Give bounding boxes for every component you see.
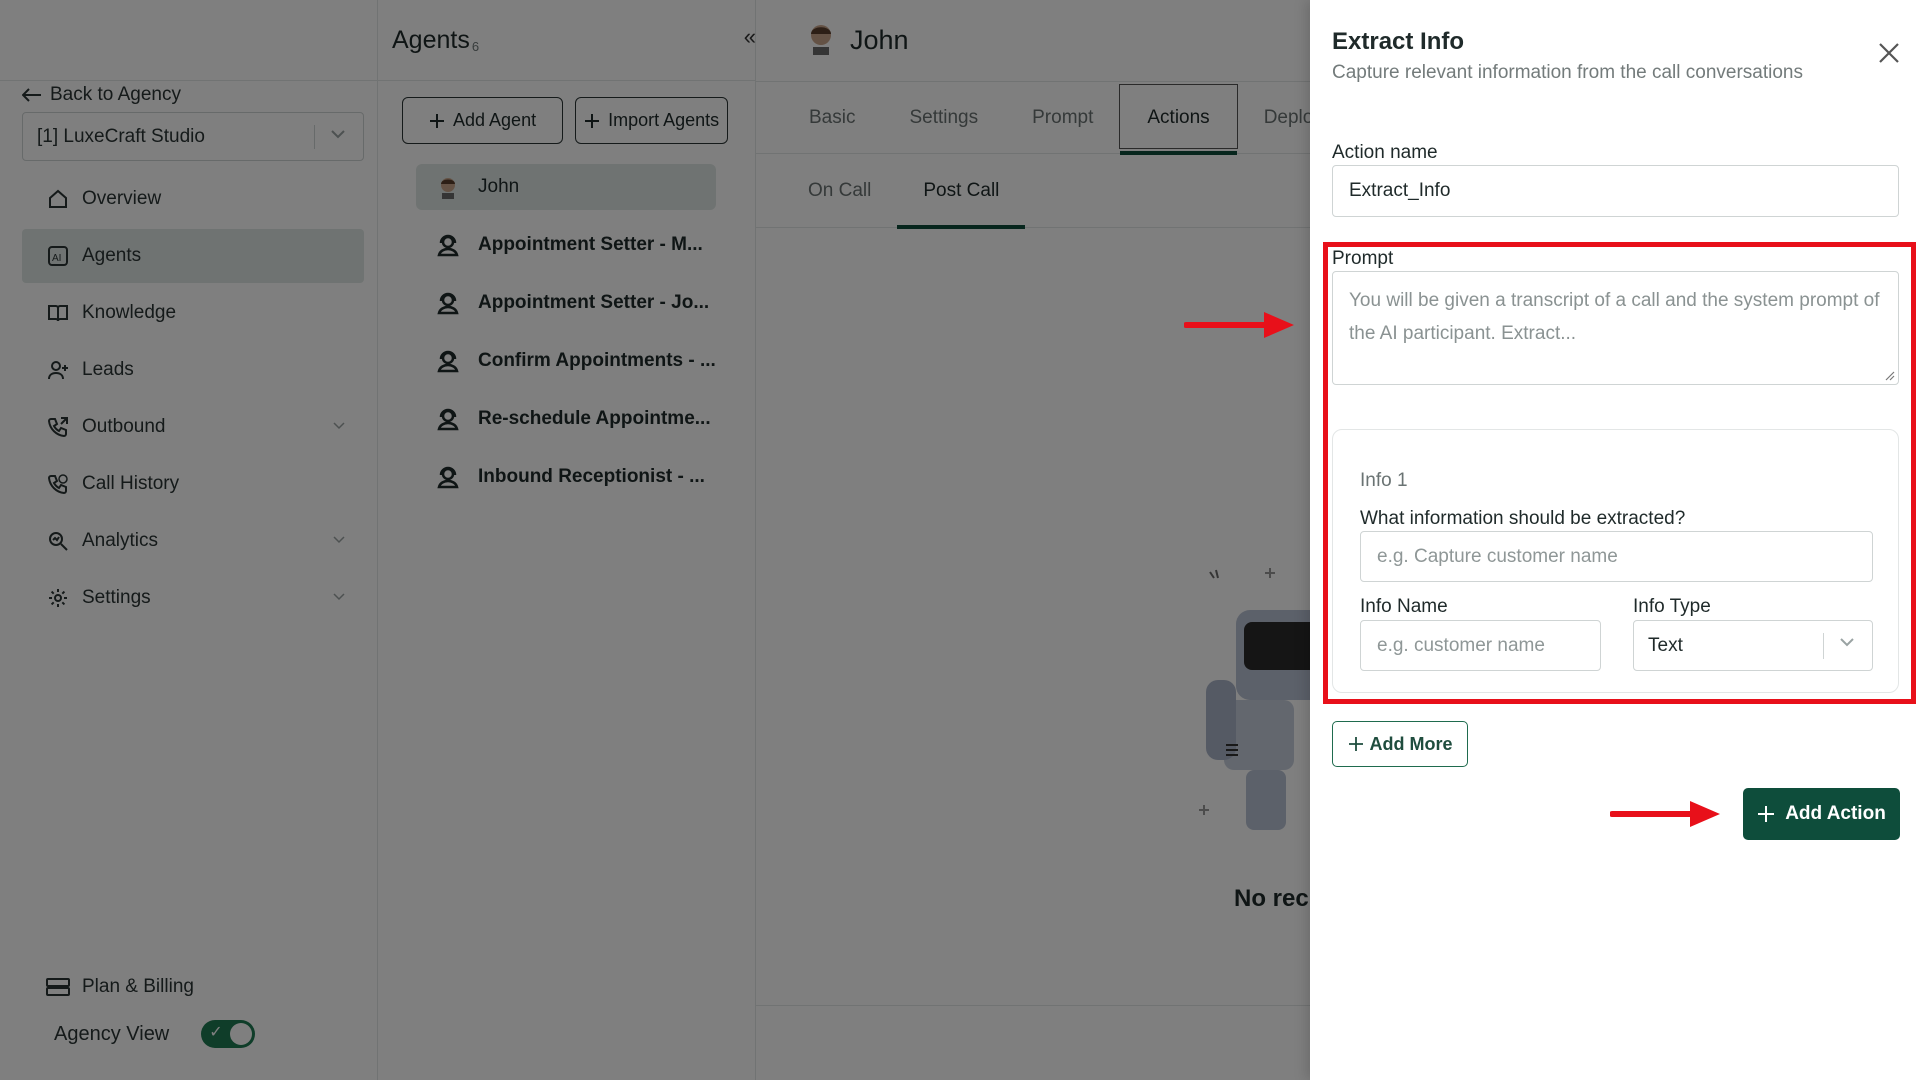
annotation-arrow-icon	[1610, 801, 1720, 827]
add-action-label: Add Action	[1785, 803, 1886, 824]
plus-icon	[1348, 737, 1363, 751]
action-name-label: Action name	[1332, 142, 1438, 163]
close-icon[interactable]	[1876, 40, 1902, 66]
add-action-button[interactable]: Add Action	[1743, 788, 1900, 840]
annotation-arrow-icon	[1184, 312, 1294, 338]
highlight-box	[1323, 242, 1916, 704]
drawer-subtitle: Capture relevant information from the ca…	[1332, 62, 1804, 83]
extract-info-drawer: Extract Info Capture relevant informatio…	[1310, 0, 1920, 1080]
add-more-button[interactable]: Add More	[1332, 721, 1468, 767]
action-name-value: Extract_Info	[1349, 180, 1451, 201]
drawer-title: Extract Info	[1332, 28, 1465, 55]
action-name-input[interactable]: Extract_Info	[1332, 165, 1899, 217]
plus-icon	[1758, 806, 1775, 822]
modal-backdrop[interactable]	[0, 0, 1310, 1080]
add-more-label: Add More	[1369, 733, 1453, 754]
